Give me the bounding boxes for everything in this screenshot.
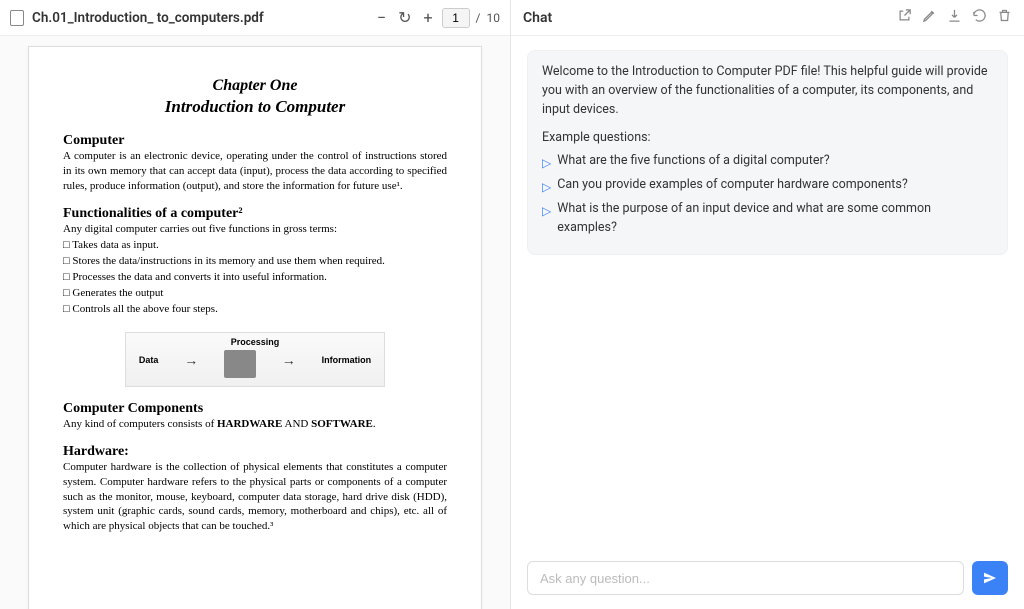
- pdf-header: Ch.01_Introduction_ to_computers.pdf − ↻…: [0, 0, 510, 36]
- text: Any kind of computers consists of: [63, 418, 217, 430]
- page-number-input[interactable]: [442, 8, 470, 28]
- example-question-text: What is the purpose of an input device a…: [557, 200, 993, 238]
- list-item: Processes the data and converts it into …: [63, 270, 447, 286]
- zoom-in-button[interactable]: +: [420, 6, 435, 29]
- edit-icon[interactable]: [922, 8, 937, 27]
- paragraph: Computer hardware is the collection of p…: [63, 460, 447, 534]
- paragraph: Any kind of computers consists of HARDWA…: [63, 417, 447, 432]
- page-total: 10: [487, 11, 501, 25]
- list-item: Generates the output: [63, 286, 447, 302]
- arrow-icon: →: [184, 352, 198, 368]
- diagram-right-label: Information: [322, 355, 372, 365]
- diagram-top-label: Processing: [231, 337, 280, 347]
- paragraph: A computer is an electronic device, oper…: [63, 149, 447, 194]
- example-question-text: Can you provide examples of computer har…: [557, 176, 908, 195]
- section-heading-text: Functionalities of a computer²: [63, 206, 243, 221]
- send-icon: [982, 570, 998, 586]
- processing-diagram: Processing Data → → Information: [125, 332, 385, 387]
- chapter-number: Chapter One: [63, 77, 447, 95]
- download-icon[interactable]: [947, 8, 962, 27]
- zoom-out-button[interactable]: −: [374, 6, 389, 29]
- paragraph: Any digital computer carries out five fu…: [63, 222, 447, 237]
- example-question-text: What are the five functions of a digital…: [557, 152, 829, 171]
- document-title: Ch.01_Introduction_ to_computers.pdf: [32, 10, 374, 26]
- computer-icon: [224, 350, 256, 378]
- list-item: Controls all the above four steps.: [63, 302, 447, 318]
- example-question[interactable]: ▷ Can you provide examples of computer h…: [542, 176, 993, 196]
- list-item: Takes data as input.: [63, 238, 447, 254]
- send-icon: ▷: [542, 154, 551, 172]
- refresh-icon[interactable]: [972, 8, 987, 27]
- arrow-icon: →: [282, 352, 296, 368]
- chapter-title: Introduction to Computer: [63, 97, 447, 117]
- example-question[interactable]: ▷ What are the five functions of a digit…: [542, 152, 993, 172]
- pdf-panel: Ch.01_Introduction_ to_computers.pdf − ↻…: [0, 0, 511, 609]
- section-heading: Hardware:: [63, 444, 447, 460]
- chat-title: Chat: [523, 10, 897, 26]
- send-button[interactable]: [972, 561, 1008, 595]
- section-heading: Computer: [63, 133, 447, 149]
- page-separator: /: [476, 11, 481, 25]
- chat-input-row: [511, 551, 1024, 609]
- chat-input[interactable]: [527, 561, 964, 595]
- welcome-text: Welcome to the Introduction to Computer …: [542, 63, 993, 119]
- chat-panel: Chat Welcome to the Introduction to Comp…: [511, 0, 1024, 609]
- text-bold: SOFTWARE: [311, 418, 373, 430]
- example-questions-label: Example questions:: [542, 129, 993, 148]
- trash-icon[interactable]: [997, 8, 1012, 27]
- document-icon: [10, 10, 24, 26]
- function-list: Takes data as input. Stores the data/ins…: [63, 238, 447, 318]
- send-icon: ▷: [542, 202, 551, 220]
- chat-header-actions: [897, 8, 1012, 27]
- chat-messages: Welcome to the Introduction to Computer …: [511, 36, 1024, 551]
- send-icon: ▷: [542, 178, 551, 196]
- section-heading: Computer Components: [63, 401, 447, 417]
- list-item: Stores the data/instructions in its memo…: [63, 254, 447, 270]
- diagram-left-label: Data: [139, 355, 159, 365]
- share-icon[interactable]: [897, 8, 912, 27]
- assistant-message: Welcome to the Introduction to Computer …: [527, 50, 1008, 255]
- text: AND: [282, 418, 311, 430]
- pdf-page: Chapter One Introduction to Computer Com…: [28, 46, 482, 609]
- section-heading: Functionalities of a computer²: [63, 206, 447, 222]
- rotate-button[interactable]: ↻: [395, 6, 414, 29]
- chat-header: Chat: [511, 0, 1024, 36]
- example-question[interactable]: ▷ What is the purpose of an input device…: [542, 200, 993, 238]
- pdf-viewport[interactable]: Chapter One Introduction to Computer Com…: [0, 36, 510, 609]
- text-bold: HARDWARE: [217, 418, 282, 430]
- pdf-toolbar: − ↻ + / 10: [374, 6, 500, 29]
